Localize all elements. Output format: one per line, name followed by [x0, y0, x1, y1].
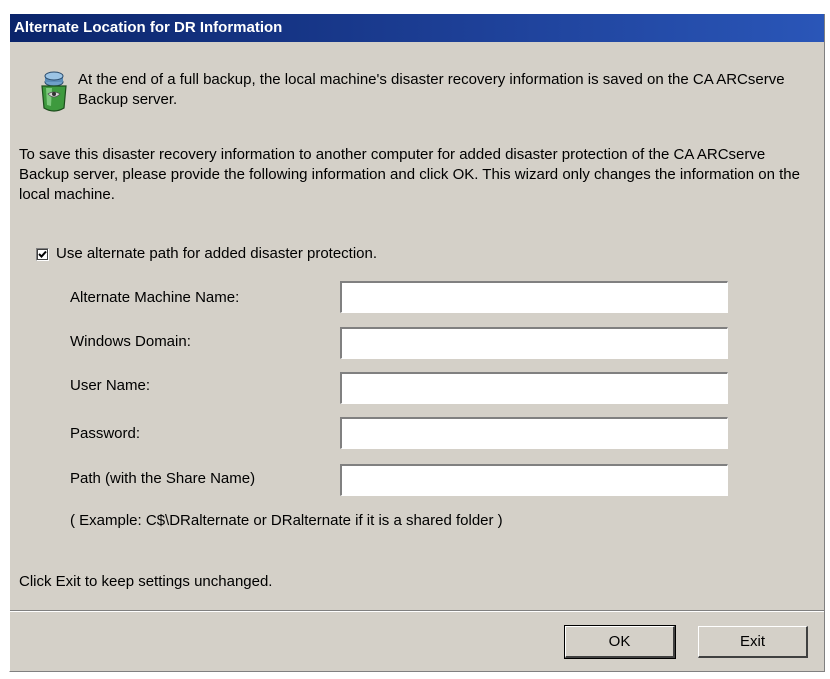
machine-name-field[interactable] [340, 281, 728, 313]
use-alternate-path-checkbox[interactable] [36, 248, 49, 261]
path-example-text: ( Example: C$\DRalternate or DRalternate… [70, 512, 503, 529]
backup-server-icon [36, 70, 72, 114]
dr-alternate-location-dialog: Alternate Location for DR Information At… [9, 14, 825, 672]
checkmark-icon [38, 250, 47, 258]
password-field[interactable] [340, 417, 728, 449]
user-name-input[interactable] [342, 374, 727, 403]
user-name-field[interactable] [340, 372, 728, 404]
password-input[interactable] [342, 419, 727, 448]
machine-name-input[interactable] [342, 283, 727, 312]
intro-text: At the end of a full backup, the local m… [78, 71, 785, 108]
ok-button[interactable]: OK [564, 625, 676, 659]
path-input[interactable] [342, 466, 727, 495]
exit-button[interactable]: Exit [698, 626, 808, 658]
path-field[interactable] [340, 464, 728, 496]
windows-domain-input[interactable] [342, 329, 727, 358]
password-label: Password: [70, 425, 141, 442]
windows-domain-label: Windows Domain: [70, 333, 191, 350]
windows-domain-field[interactable] [340, 327, 728, 359]
machine-name-label: Alternate Machine Name: [70, 289, 240, 306]
exit-note-text: Click Exit to keep settings unchanged. [19, 573, 273, 590]
description-text: To save this disaster recovery informati… [19, 146, 800, 203]
use-alternate-path-label[interactable]: Use alternate path for added disaster pr… [56, 244, 377, 264]
button-separator [10, 610, 824, 612]
user-name-label: User Name: [70, 377, 151, 394]
dialog-title: Alternate Location for DR Information [10, 14, 824, 42]
path-label: Path (with the Share Name) [70, 470, 256, 487]
